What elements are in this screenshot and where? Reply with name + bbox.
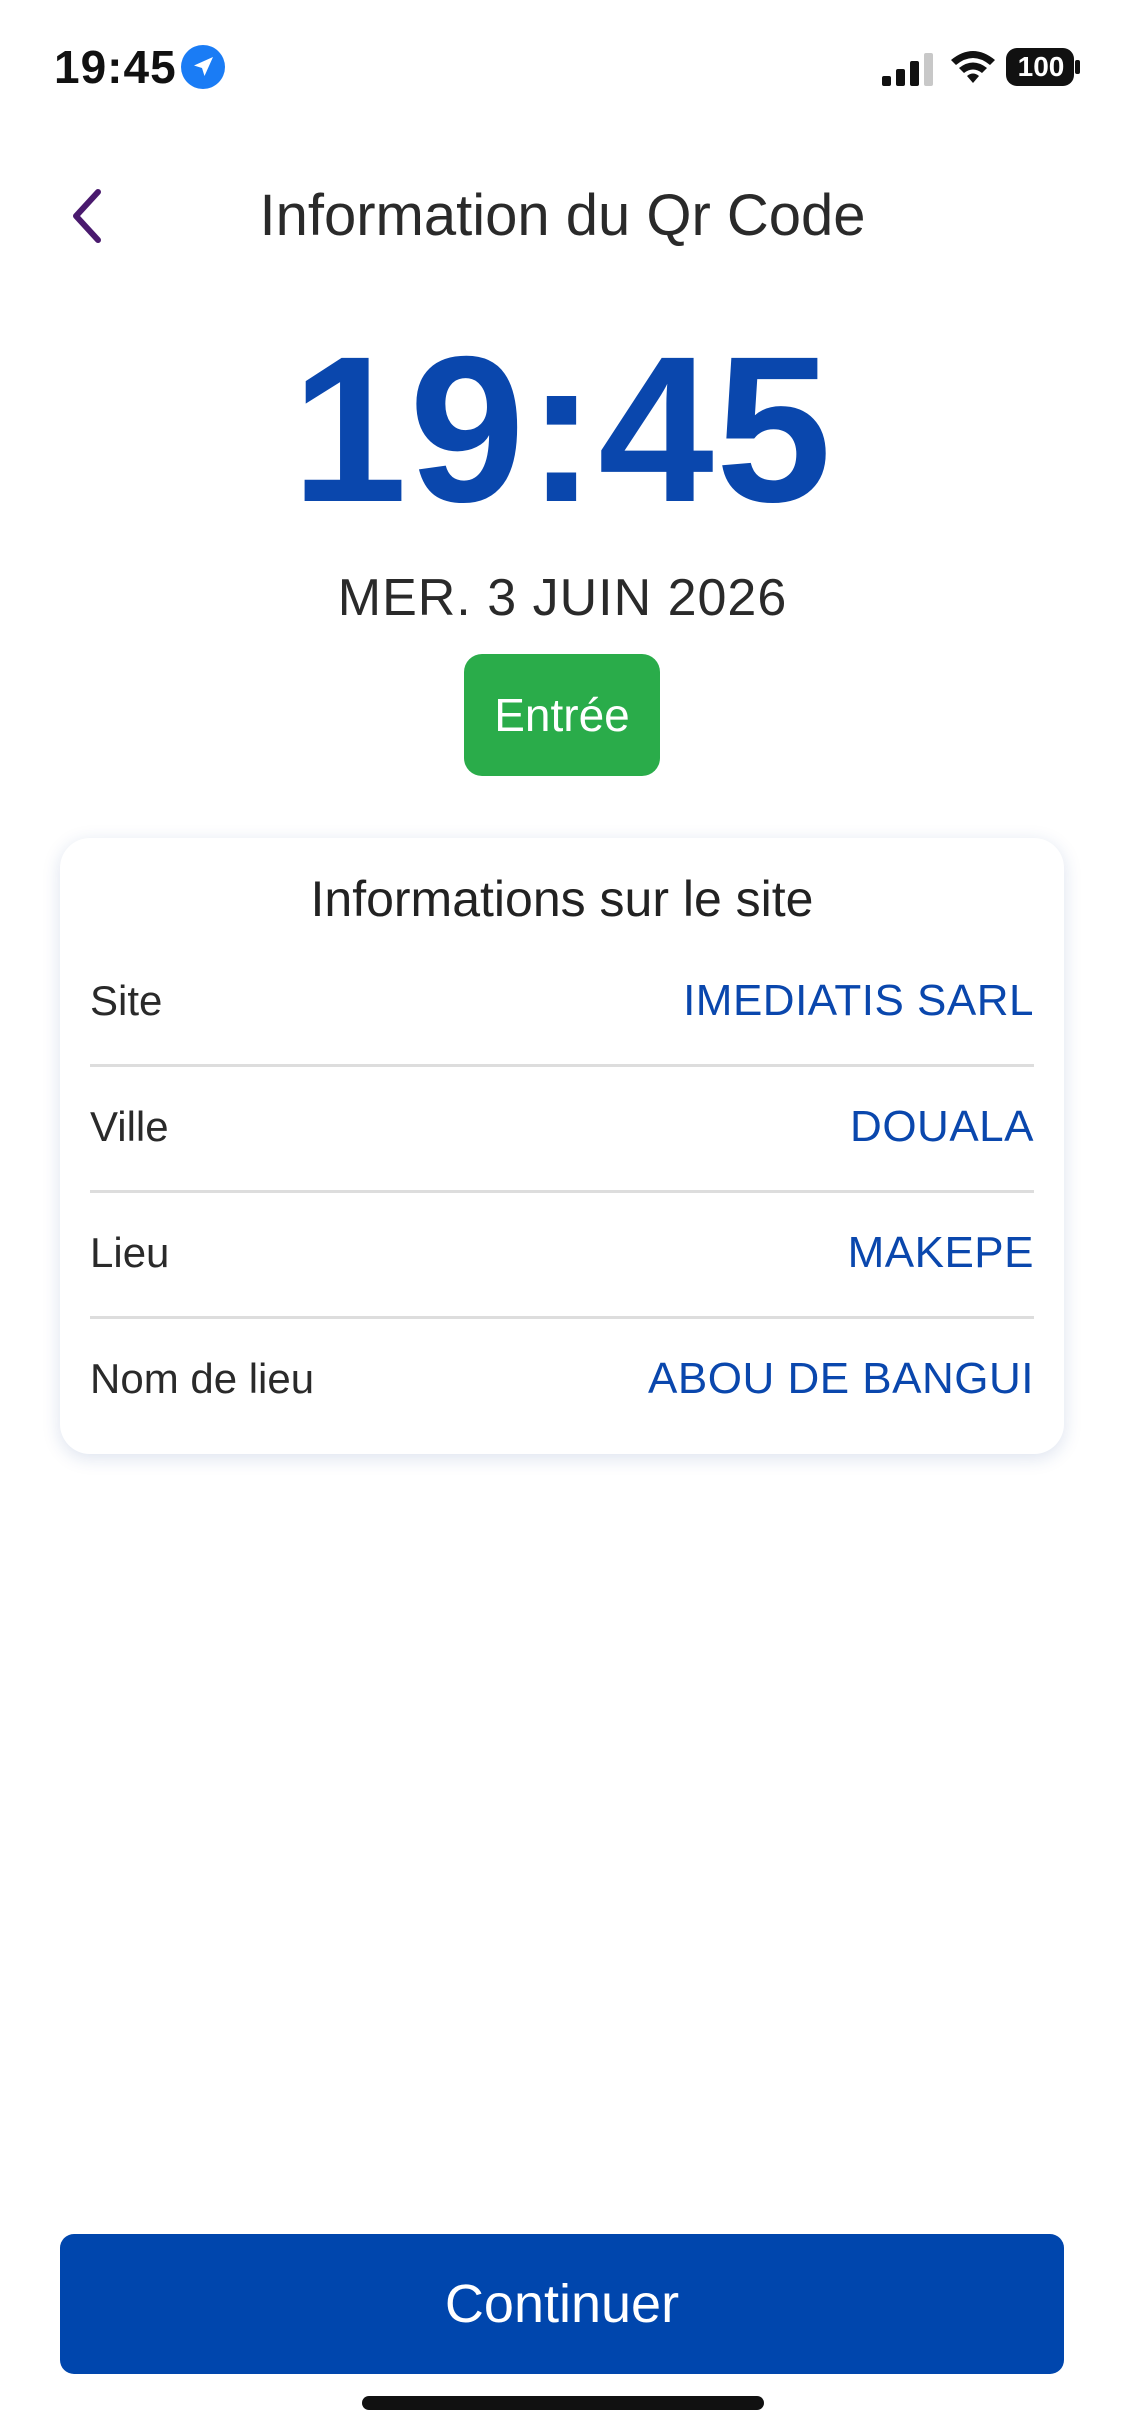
row-label: Lieu: [90, 1229, 170, 1276]
header: Information du Qr Code: [0, 160, 1125, 270]
continue-button[interactable]: Continuer: [60, 2234, 1064, 2374]
home-indicator[interactable]: [362, 2396, 764, 2410]
status-bar: 19:45 100: [0, 0, 1125, 140]
qr-info-screen: 19:45 100 Information du Qr Code 19:45 M…: [0, 0, 1125, 2436]
card-title: Informations sur le site: [310, 871, 814, 927]
site-info-card: Informations sur le site Site IMEDIATIS …: [60, 838, 1064, 1454]
cellular-signal-icon: [880, 52, 936, 86]
status-time: 19:45: [54, 41, 177, 93]
battery-level: 100: [1017, 51, 1065, 82]
row-value: IMEDIATIS SARL: [683, 976, 1034, 1025]
row-label: Nom de lieu: [90, 1355, 315, 1402]
row-value: ABOU DE BANGUI: [648, 1354, 1034, 1403]
info-row-nom-de-lieu: Nom de lieu ABOU DE BANGUI: [90, 1316, 1034, 1442]
location-arrow-icon: [180, 44, 226, 90]
entry-status-badge: Entrée: [464, 654, 660, 776]
row-label: Site: [90, 977, 163, 1024]
current-date: MER. 3 JUIN 2026: [337, 569, 788, 627]
info-row-ville: Ville DOUALA: [90, 1064, 1034, 1193]
row-value: MAKEPE: [847, 1228, 1034, 1277]
row-value: DOUALA: [850, 1102, 1034, 1151]
wifi-icon: [948, 48, 998, 86]
page-title: Information du Qr Code: [259, 183, 866, 248]
current-time: 19:45: [291, 314, 834, 546]
info-row-lieu: Lieu MAKEPE: [90, 1190, 1034, 1319]
info-row-site: Site IMEDIATIS SARL: [90, 938, 1034, 1067]
row-label: Ville: [90, 1103, 169, 1150]
